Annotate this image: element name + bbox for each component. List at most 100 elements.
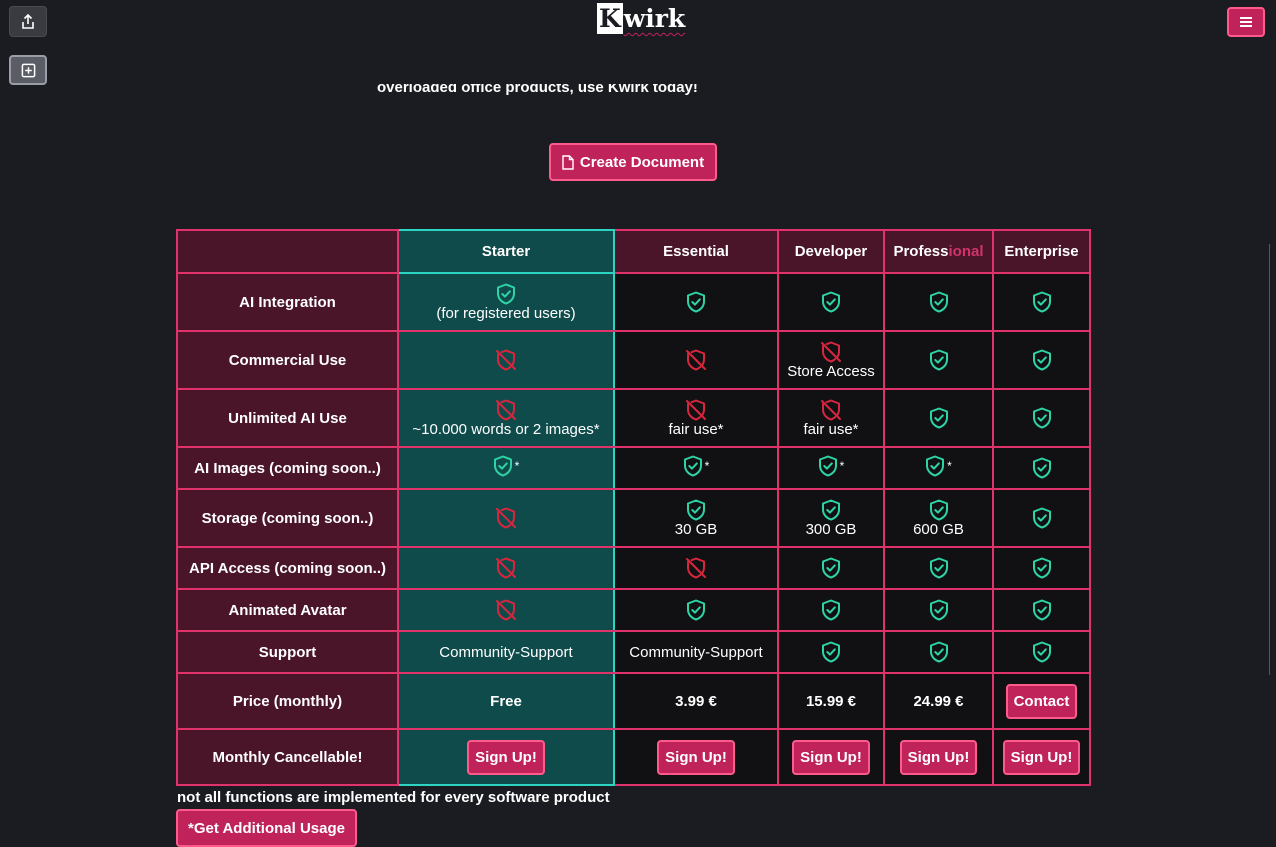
cell-professional: Sign Up! <box>883 728 994 786</box>
cell-professional <box>883 272 994 332</box>
shield-check-icon <box>1032 599 1051 621</box>
cell-professional <box>883 388 994 448</box>
table-row: AI Images (coming soon..) * * * * <box>176 446 1091 490</box>
cell-starter <box>397 330 615 390</box>
sign-up-button-enterprise[interactable]: Sign Up! <box>1002 739 1081 775</box>
shield-check-icon <box>683 455 702 477</box>
shield-check-icon <box>687 291 705 313</box>
asterisk: * <box>947 459 952 473</box>
logo-text: wirk <box>623 4 686 33</box>
menu-button[interactable] <box>1227 7 1265 37</box>
cell-starter <box>397 546 615 590</box>
cell-developer: Store Access <box>777 330 885 390</box>
price-value: Free <box>490 692 522 710</box>
cell-starter <box>397 488 615 548</box>
cell-starter: * <box>397 446 615 490</box>
cell-professional <box>883 546 994 590</box>
cell-professional: 24.99 € <box>883 672 994 730</box>
cell-note: 600 GB <box>913 520 964 538</box>
support-text: Community-Support <box>629 643 763 661</box>
cell-enterprise <box>992 272 1091 332</box>
cell-note: (for registered users) <box>436 304 576 322</box>
support-text: Community-Support <box>439 643 573 661</box>
cell-starter <box>397 588 615 632</box>
intro-text: overloaded office products, use Kwirk to… <box>377 84 698 96</box>
row-label: Monthly Cancellable! <box>176 728 399 786</box>
app-logo[interactable]: Kwirk <box>597 3 686 34</box>
cell-professional <box>883 630 994 674</box>
row-label: Commercial Use <box>176 330 399 390</box>
share-button[interactable] <box>9 6 47 37</box>
asterisk: * <box>514 459 520 473</box>
row-label: API Access (coming soon..) <box>176 546 399 590</box>
price-value: 15.99 € <box>805 692 857 710</box>
table-row: API Access (coming soon..) <box>176 546 1091 590</box>
shield-off-icon <box>496 399 516 420</box>
shield-check-icon <box>822 499 840 520</box>
table-row: Price (monthly) Free 3.99 € 15.99 € 24.99 € C… <box>176 672 1091 730</box>
sign-up-button-starter[interactable]: Sign Up! <box>467 739 545 775</box>
cell-developer <box>777 630 885 674</box>
sign-up-button-professional[interactable]: Sign Up! <box>899 739 978 775</box>
cell-enterprise <box>992 330 1091 390</box>
cell-note: Store Access <box>787 362 875 380</box>
shield-check-icon <box>1032 407 1051 429</box>
cell-professional <box>883 588 994 632</box>
col-header-developer: Developer <box>777 229 885 274</box>
shield-check-icon <box>929 641 948 663</box>
table-row: Monthly Cancellable! Sign Up! Sign Up! Sign… <box>176 728 1091 786</box>
create-document-button[interactable]: Create Document <box>549 143 717 181</box>
col-header-professional: Professional <box>883 229 994 274</box>
cell-essential: * <box>613 446 779 490</box>
table-row: Storage (coming soon..) 30 GB 300 GB 600 GB <box>176 488 1091 548</box>
create-document-label: Create Document <box>579 153 705 171</box>
get-additional-usage-button[interactable]: *Get Additional Usage <box>176 809 357 847</box>
cell-developer: * <box>777 446 885 490</box>
cell-starter: Sign Up! <box>397 728 615 786</box>
shield-check-icon <box>1032 557 1051 579</box>
contact-button[interactable]: Contact <box>1005 683 1078 719</box>
shield-off-icon <box>686 349 706 371</box>
scroll-indicator <box>1269 244 1276 675</box>
shield-off-icon <box>821 399 841 420</box>
shield-check-icon <box>822 599 840 621</box>
cell-professional <box>883 330 994 390</box>
table-row: AI Integration (for registered users) <box>176 272 1091 332</box>
asterisk: * <box>704 459 710 473</box>
shield-check-icon <box>1032 291 1051 313</box>
shield-check-icon <box>929 599 948 621</box>
cell-enterprise <box>992 388 1091 448</box>
row-label: Support <box>176 630 399 674</box>
col-header-starter: Starter <box>397 229 615 274</box>
cell-starter: (for registered users) <box>397 272 615 332</box>
shield-off-icon <box>496 599 516 621</box>
sign-up-button-developer[interactable]: Sign Up! <box>792 739 870 775</box>
table-row: Support Community-Support Community-Suppor… <box>176 630 1091 674</box>
shield-off-icon <box>496 507 516 529</box>
cell-essential: 3.99 € <box>613 672 779 730</box>
shield-off-icon <box>821 341 841 362</box>
cell-note: fair use* <box>803 420 859 438</box>
col-header-enterprise: Enterprise <box>992 229 1091 274</box>
asterisk: * <box>839 459 845 473</box>
cell-enterprise <box>992 546 1091 590</box>
cell-developer: 300 GB <box>777 488 885 548</box>
shield-check-icon <box>929 291 948 313</box>
add-document-button[interactable] <box>9 55 47 85</box>
shield-check-icon <box>929 499 948 520</box>
cell-enterprise <box>992 588 1091 632</box>
shield-check-icon <box>822 557 840 579</box>
shield-off-icon <box>686 399 706 420</box>
row-label: Price (monthly) <box>176 672 399 730</box>
shield-check-icon <box>1032 457 1051 479</box>
sign-up-button-essential[interactable]: Sign Up! <box>657 739 735 775</box>
shield-check-icon <box>929 349 948 371</box>
cell-developer <box>777 588 885 632</box>
cell-essential <box>613 272 779 332</box>
shield-off-icon <box>496 349 516 371</box>
shield-check-icon <box>1032 641 1051 663</box>
row-label: AI Images (coming soon..) <box>176 446 399 490</box>
cell-essential: Sign Up! <box>613 728 779 786</box>
row-label: AI Integration <box>176 272 399 332</box>
cell-essential <box>613 588 779 632</box>
